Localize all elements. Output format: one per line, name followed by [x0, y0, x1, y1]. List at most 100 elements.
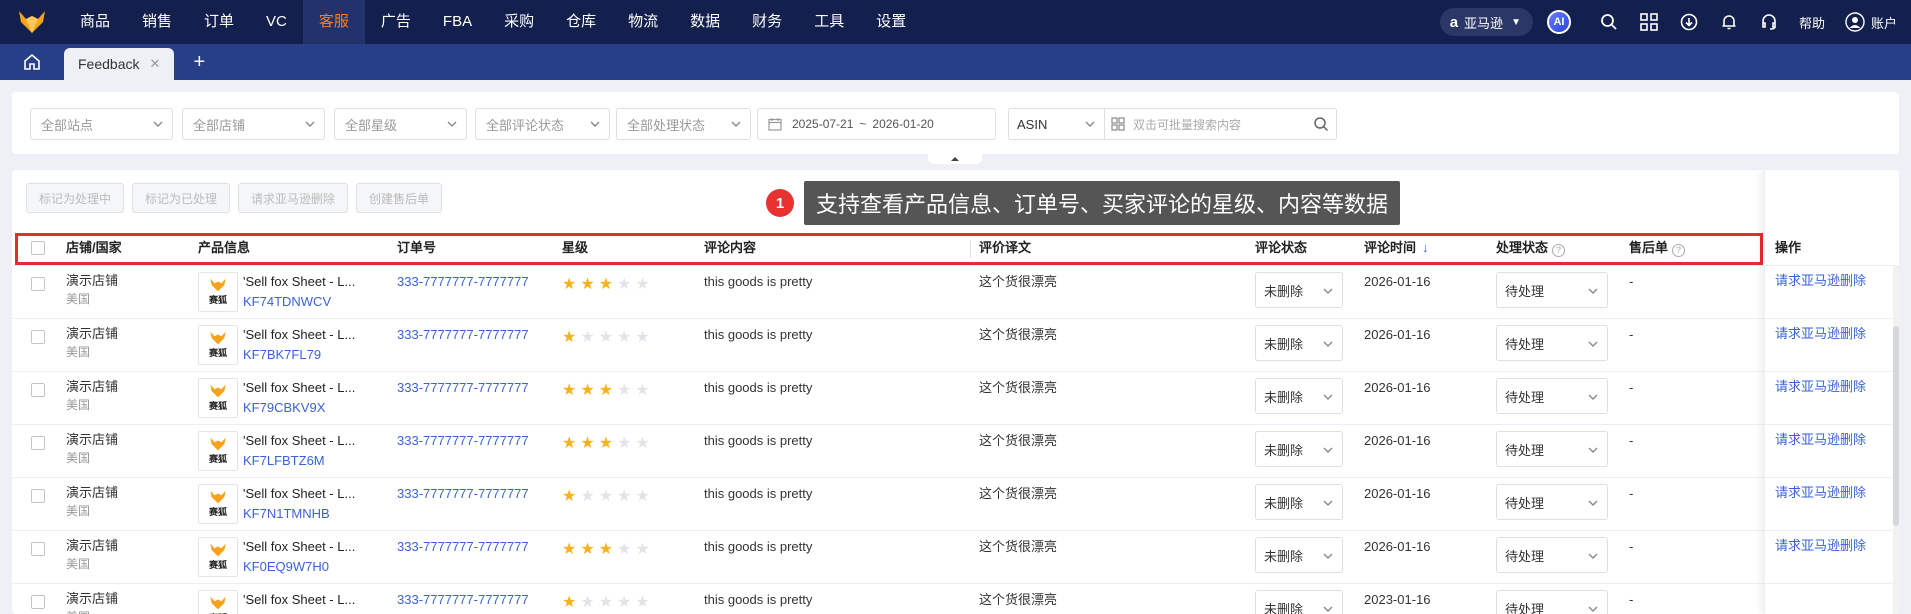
request-delete-link[interactable]: 请求亚马逊删除	[1765, 319, 1899, 372]
product-asin-link[interactable]: KF7BK7FL79	[243, 345, 355, 365]
account-menu[interactable]: 账户	[1835, 12, 1911, 32]
add-tab-icon[interactable]: +	[174, 44, 224, 80]
nav-item[interactable]: 设置	[860, 0, 922, 44]
product-thumbnail[interactable]: 赛狐	[198, 378, 238, 418]
product-title[interactable]: 'Sell fox Sheet - L...	[243, 590, 355, 610]
shop-select[interactable]: 全部店铺	[182, 108, 325, 140]
site-select[interactable]: 全部站点	[30, 108, 173, 140]
review-status-select[interactable]: 未删除	[1255, 537, 1343, 573]
marketplace-switcher[interactable]: a 亚马逊 ▼	[1439, 8, 1533, 36]
product-title[interactable]: 'Sell fox Sheet - L...	[243, 325, 355, 345]
info-icon[interactable]: ?	[1672, 244, 1686, 257]
vertical-scrollbar[interactable]	[1893, 266, 1899, 614]
search-button-icon[interactable]	[1306, 109, 1336, 139]
nav-item[interactable]: 物流	[612, 0, 674, 44]
date-range-picker[interactable]: 2025-07-21 ~ 2026-01-20	[757, 108, 996, 140]
tab-feedback[interactable]: Feedback ✕	[64, 48, 175, 80]
column-review-time[interactable]: 评论时间 ↓	[1364, 230, 1429, 266]
nav-item[interactable]: 工具	[798, 0, 860, 44]
request-delete-link[interactable]: 请求亚马逊删除	[1765, 372, 1899, 425]
select-all-checkbox[interactable]	[31, 241, 45, 255]
product-thumbnail[interactable]: 赛狐	[198, 325, 238, 365]
row-checkbox[interactable]	[31, 542, 45, 556]
sellfox-logo-icon[interactable]	[0, 0, 64, 44]
process-status-select[interactable]: 全部处理状态	[616, 108, 751, 140]
review-status-select[interactable]: 未删除	[1255, 272, 1343, 308]
product-title[interactable]: 'Sell fox Sheet - L...	[243, 484, 355, 504]
nav-item[interactable]: 订单	[188, 0, 250, 44]
nav-item[interactable]: 销售	[126, 0, 188, 44]
order-link[interactable]: 333-7777777-7777777	[397, 484, 529, 504]
request-delete-link[interactable]: 请求亚马逊删除	[1765, 425, 1899, 478]
ai-assistant-icon[interactable]: AI	[1546, 10, 1571, 34]
product-thumbnail[interactable]: 赛狐	[198, 272, 238, 312]
request-delete-link[interactable]: 请求亚马逊删除	[1765, 531, 1899, 584]
product-asin-link[interactable]: KF79CBKV9X	[243, 398, 355, 418]
nav-item[interactable]: 数据	[674, 0, 736, 44]
home-tab[interactable]	[0, 44, 64, 80]
help-link[interactable]: 帮助	[1789, 13, 1835, 32]
search-type-select[interactable]: ASIN	[1009, 109, 1105, 139]
process-status-select[interactable]: 待处理	[1496, 272, 1608, 308]
order-link[interactable]: 333-7777777-7777777	[397, 378, 529, 398]
order-link[interactable]: 333-7777777-7777777	[397, 431, 529, 451]
product-asin-link[interactable]: KF7LFBTZ6M	[243, 451, 355, 471]
order-link[interactable]: 333-7777777-7777777	[397, 590, 529, 610]
review-status-select[interactable]: 未删除	[1255, 431, 1343, 467]
review-status-select[interactable]: 未删除	[1255, 325, 1343, 361]
apps-grid-icon[interactable]	[1629, 0, 1669, 44]
order-link[interactable]: 333-7777777-7777777	[397, 325, 529, 345]
nav-item[interactable]: 广告	[365, 0, 427, 44]
nav-item[interactable]: 仓库	[550, 0, 612, 44]
product-thumbnail[interactable]: 赛狐	[198, 537, 238, 577]
process-status-select[interactable]: 待处理	[1496, 378, 1608, 414]
nav-item[interactable]: 商品	[64, 0, 126, 44]
nav-item[interactable]: VC	[250, 0, 303, 44]
search-icon[interactable]	[1589, 0, 1629, 44]
product-thumbnail[interactable]: 赛狐	[198, 484, 238, 524]
nav-item[interactable]: 采购	[488, 0, 550, 44]
product-title[interactable]: 'Sell fox Sheet - L...	[243, 431, 355, 451]
order-link[interactable]: 333-7777777-7777777	[397, 272, 529, 292]
info-icon[interactable]: ?	[1552, 244, 1566, 257]
row-checkbox[interactable]	[31, 436, 45, 450]
row-checkbox[interactable]	[31, 277, 45, 291]
headset-icon[interactable]	[1749, 0, 1789, 44]
bell-icon[interactable]	[1709, 0, 1749, 44]
product-asin-link[interactable]: KF0EQ9W7H0	[243, 557, 355, 577]
row-checkbox[interactable]	[31, 595, 45, 609]
request-delete-link[interactable]	[1765, 584, 1899, 614]
mark-processed-button[interactable]: 标记为已处理	[132, 183, 231, 213]
collapse-filters-toggle[interactable]	[928, 154, 982, 164]
scrollbar-thumb[interactable]	[1893, 326, 1899, 526]
batch-search-icon[interactable]	[1111, 117, 1125, 131]
close-icon[interactable]: ✕	[149, 56, 160, 72]
rating-select[interactable]: 全部星级	[334, 108, 467, 140]
row-checkbox[interactable]	[31, 330, 45, 344]
review-status-select[interactable]: 未删除	[1255, 590, 1343, 614]
process-status-select[interactable]: 待处理	[1496, 590, 1608, 614]
mark-processing-button[interactable]: 标记为处理中	[26, 183, 125, 213]
product-title[interactable]: 'Sell fox Sheet - L...	[243, 378, 355, 398]
nav-item[interactable]: FBA	[427, 0, 488, 44]
product-title[interactable]: 'Sell fox Sheet - L...	[243, 537, 355, 557]
request-delete-link[interactable]: 请求亚马逊删除	[1765, 266, 1899, 319]
product-asin-link[interactable]: KF74TDNWCV	[243, 292, 355, 312]
order-link[interactable]: 333-7777777-7777777	[397, 537, 529, 557]
review-status-select[interactable]: 未删除	[1255, 378, 1343, 414]
nav-item[interactable]: 财务	[736, 0, 798, 44]
download-icon[interactable]	[1669, 0, 1709, 44]
product-thumbnail[interactable]: 赛狐	[198, 431, 238, 471]
product-thumbnail[interactable]: 赛狐	[198, 590, 238, 614]
product-title[interactable]: 'Sell fox Sheet - L...	[243, 272, 355, 292]
create-aftersale-button[interactable]: 创建售后单	[356, 183, 443, 213]
nav-item[interactable]: 客服	[302, 0, 365, 44]
request-delete-link[interactable]: 请求亚马逊删除	[1765, 478, 1899, 531]
process-status-select[interactable]: 待处理	[1496, 484, 1608, 520]
search-input[interactable]: 双击可批量搜索内容	[1105, 109, 1306, 139]
process-status-select[interactable]: 待处理	[1496, 325, 1608, 361]
process-status-select[interactable]: 待处理	[1496, 431, 1608, 467]
row-checkbox[interactable]	[31, 383, 45, 397]
row-checkbox[interactable]	[31, 489, 45, 503]
review-status-select[interactable]: 未删除	[1255, 484, 1343, 520]
